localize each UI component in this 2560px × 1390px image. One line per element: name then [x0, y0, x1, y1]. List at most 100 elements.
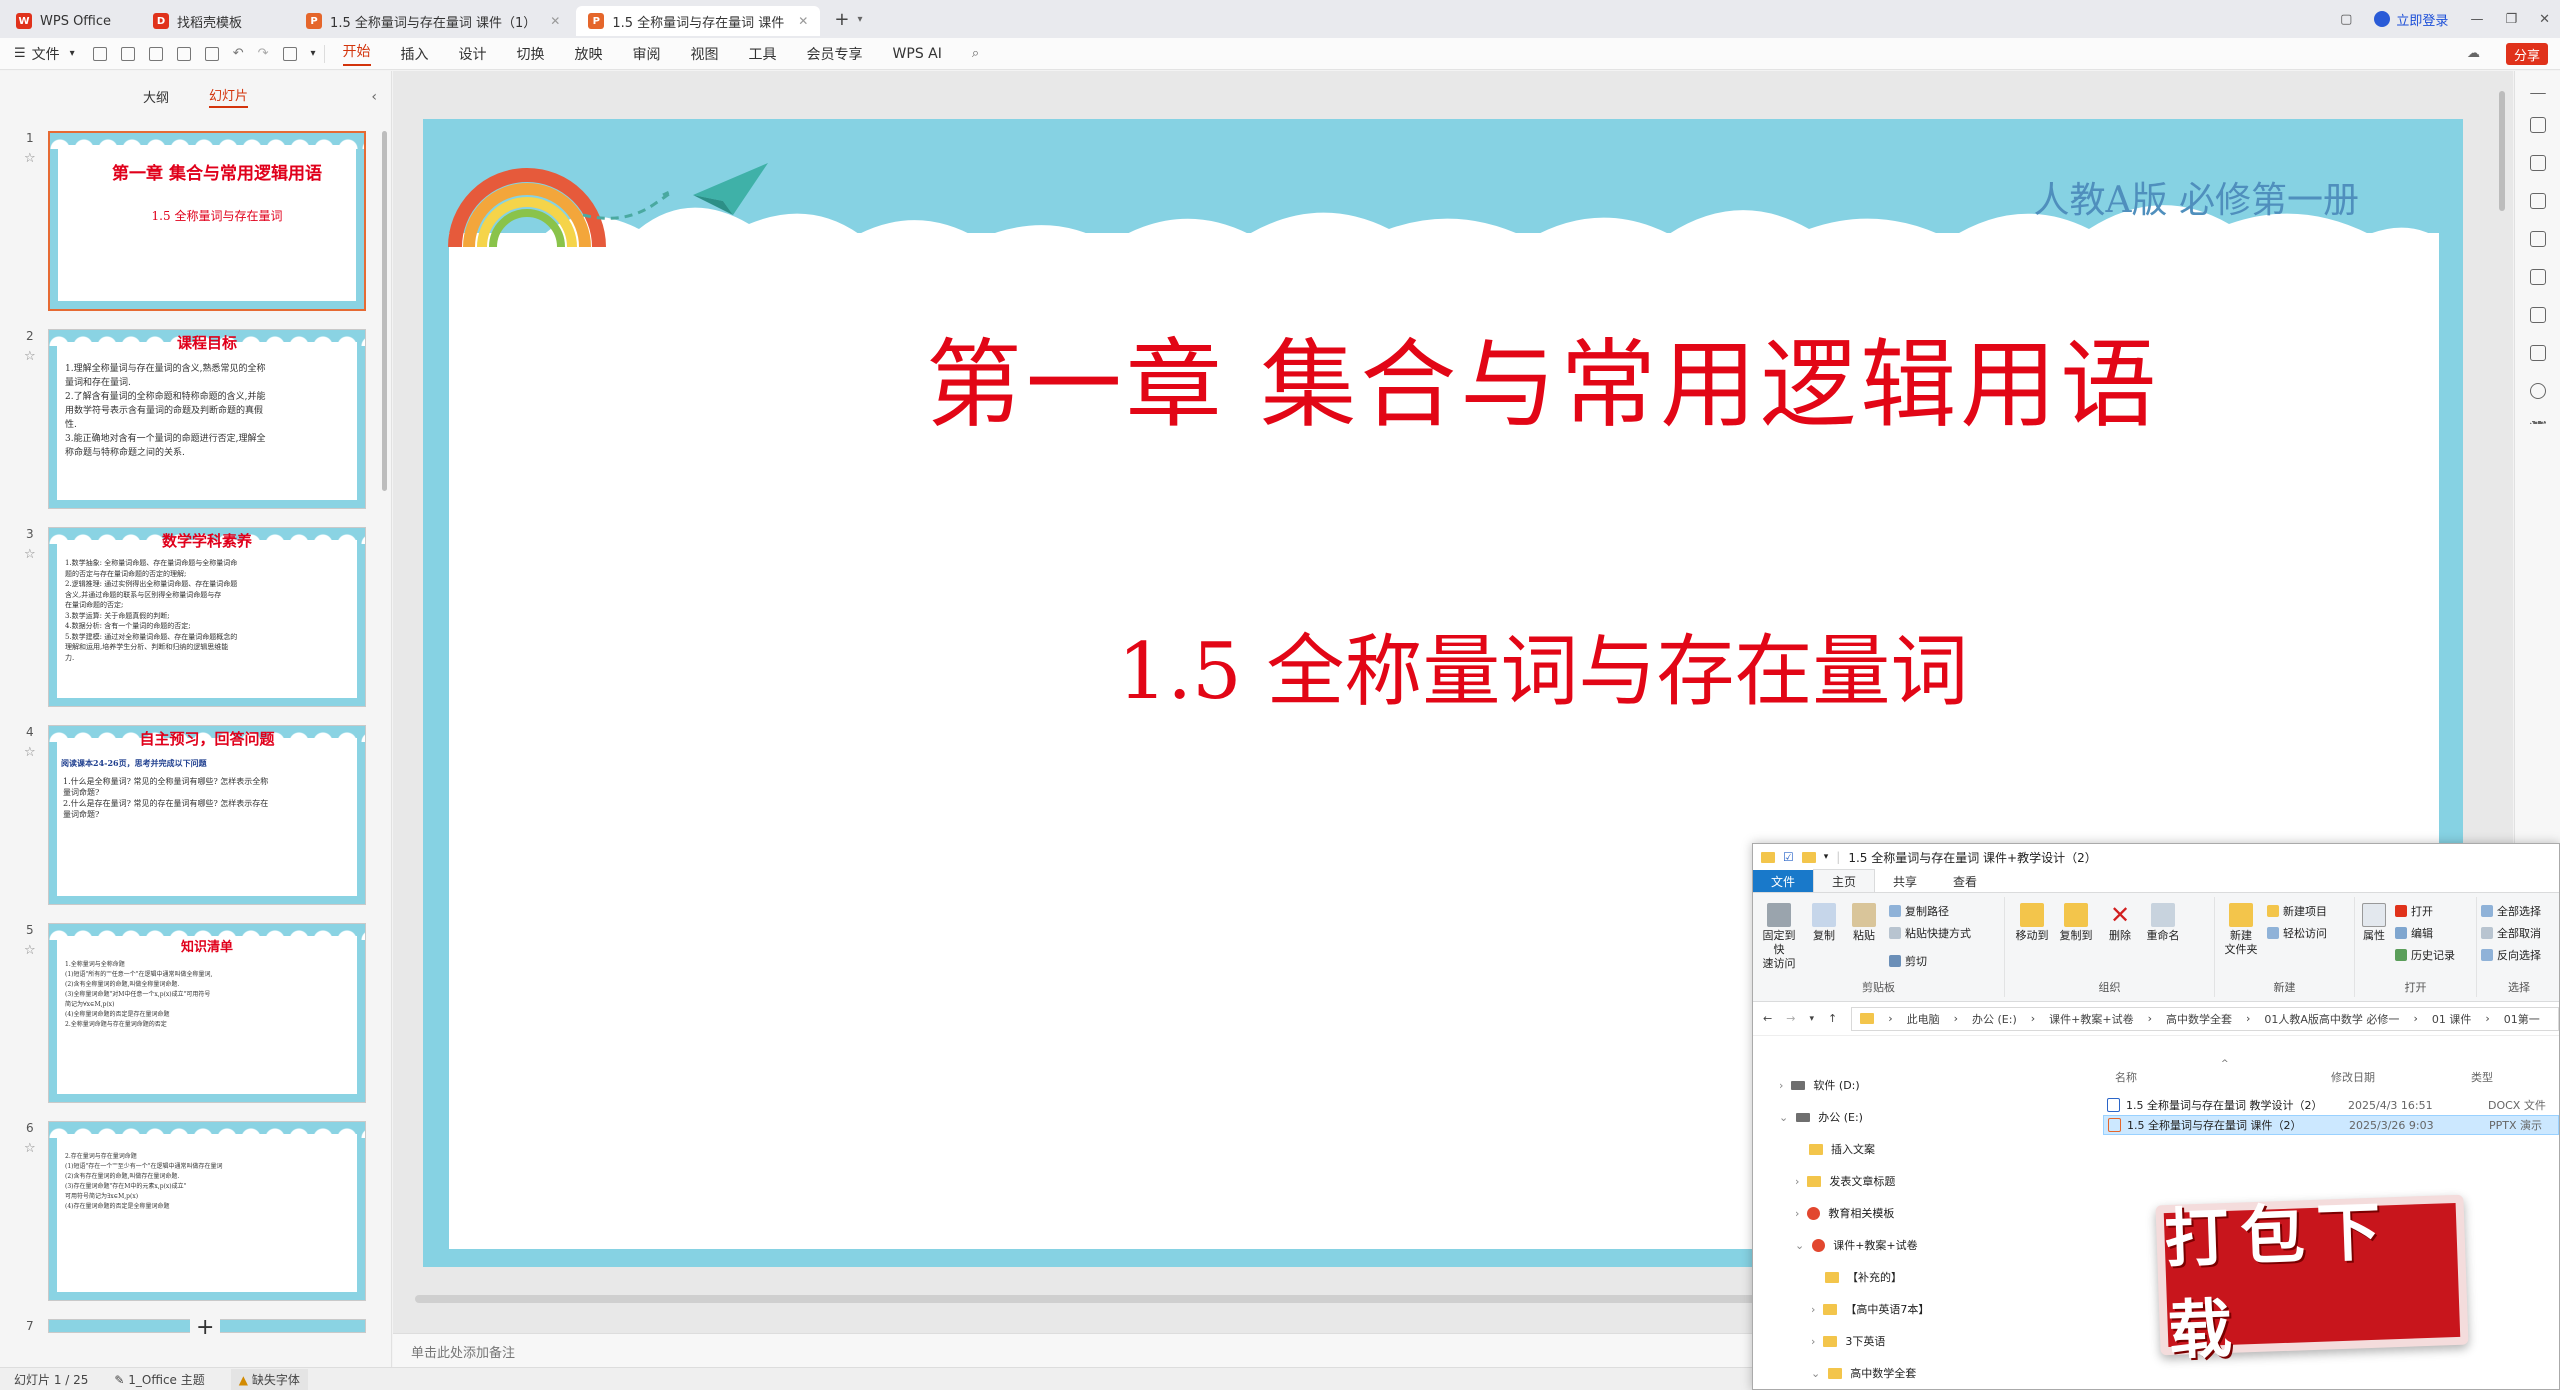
menu-slideshow[interactable]: 放映 — [575, 44, 603, 64]
menu-insert[interactable]: 插入 — [401, 44, 429, 64]
breadcrumb-item[interactable]: 办公 (E:) — [1972, 1011, 2017, 1027]
star-icon[interactable]: ☆ — [24, 745, 36, 760]
star-icon[interactable]: ☆ — [24, 943, 36, 958]
breadcrumb-item[interactable]: 01第一 — [2504, 1011, 2540, 1027]
new-item-button[interactable]: 新建项目 — [2267, 903, 2327, 919]
easy-access-button[interactable]: 轻松访问 — [2267, 925, 2327, 941]
more-icon[interactable] — [2529, 421, 2546, 425]
nav-item-folder[interactable]: › 教育相关模板 — [1795, 1205, 1894, 1221]
menu-wps-ai[interactable]: WPS AI — [893, 46, 942, 62]
breadcrumb-item[interactable]: 此电脑 — [1907, 1011, 1940, 1027]
collapse-icon[interactable] — [2529, 93, 2546, 95]
properties-button[interactable]: 属性 — [2359, 903, 2389, 943]
menu-file[interactable]: 文件 — [32, 44, 60, 64]
breadcrumb-item[interactable]: 01 课件 — [2432, 1011, 2472, 1027]
star-icon[interactable]: ☆ — [24, 151, 36, 166]
tab-slides[interactable]: 幻灯片 — [209, 85, 249, 108]
rename-button[interactable]: 重命名 — [2143, 903, 2183, 943]
notes-area[interactable]: 单击此处添加备注 — [393, 1333, 1763, 1367]
share-icon[interactable] — [2529, 269, 2546, 285]
theme-name[interactable]: ✎ 1_Office 主题 — [114, 1371, 204, 1388]
forward-icon[interactable]: → — [1786, 1012, 1795, 1025]
collapse-panel-icon[interactable]: ‹ — [371, 89, 377, 105]
up-icon[interactable]: ↑ — [1828, 1012, 1837, 1025]
nav-item-folder[interactable]: › 【高中英语7本】 — [1811, 1301, 1929, 1317]
menu-review[interactable]: 审阅 — [633, 44, 661, 64]
new-file-icon[interactable] — [92, 46, 107, 61]
redo-icon[interactable]: ↷ — [258, 46, 269, 61]
print-icon[interactable] — [176, 46, 191, 61]
ribbon-tab-home[interactable]: 主页 — [1813, 869, 1876, 893]
nav-item-drive-d[interactable]: › 软件 (D:) — [1779, 1077, 1860, 1093]
slide-chapter-title[interactable]: 第一章 集合与常用逻辑用语 — [423, 307, 2463, 446]
nav-item-folder[interactable]: › 3下英语 — [1811, 1333, 1885, 1349]
chevron-down-icon[interactable]: ▾ — [70, 48, 75, 59]
close-window-icon[interactable]: ✕ — [2539, 12, 2550, 27]
preview-icon[interactable] — [204, 46, 219, 61]
back-icon[interactable]: ← — [1763, 1012, 1772, 1025]
menu-member[interactable]: 会员专享 — [807, 44, 863, 64]
ribbon-tab-file[interactable]: 文件 — [1753, 869, 1814, 893]
nav-item-folder[interactable]: 【补充的】 — [1825, 1269, 1902, 1285]
star-icon[interactable]: ☆ — [24, 1141, 36, 1156]
select-all-button[interactable]: 全部选择 — [2481, 903, 2541, 919]
tab-docer-templates[interactable]: D 找稻壳模板 — [141, 6, 254, 36]
nav-item-folder[interactable]: › 发表文章标题 — [1795, 1173, 1895, 1189]
hamburger-icon[interactable]: ☰ — [14, 46, 26, 61]
column-header-name[interactable]: 名称 — [2115, 1069, 2137, 1085]
save-icon[interactable] — [148, 46, 163, 61]
move-to-button[interactable]: 移动到 — [2013, 903, 2051, 943]
slide-thumbnail[interactable]: 数学学科素养 1.数学抽象: 全称量词命题、存在量词命题与全称量词命 题的否定与… — [48, 527, 366, 707]
format-painter-icon[interactable] — [282, 46, 297, 61]
copy-button[interactable]: 复制 — [1809, 903, 1839, 943]
slide-thumbnail[interactable]: 第一章 集合与常用逻辑用语 1.5 全称量词与存在量词 — [48, 131, 366, 311]
share-button[interactable]: 分享 — [2505, 43, 2548, 65]
close-icon[interactable]: ✕ — [798, 14, 808, 28]
address-bar[interactable]: › 此电脑 › 办公 (E:) › 课件+教案+试卷 › 高中数学全套 › 01人教A版… — [1851, 1006, 2559, 1031]
download-package-badge[interactable]: 打包下载 — [2155, 1194, 2469, 1369]
maximize-icon[interactable]: ❐ — [2505, 12, 2517, 27]
menu-view[interactable]: 视图 — [691, 44, 719, 64]
column-header-date[interactable]: 修改日期 — [2331, 1069, 2375, 1085]
book-icon[interactable] — [2529, 345, 2546, 361]
file-row[interactable]: 1.5 全称量词与存在量词 课件（2） 2025/3/26 9:03 PPTX … — [2103, 1115, 2559, 1135]
invert-selection-button[interactable]: 反向选择 — [2481, 947, 2541, 963]
settings-icon[interactable] — [2529, 117, 2546, 133]
ribbon-tab-share[interactable]: 共享 — [1875, 870, 1935, 893]
nav-item-drive-e[interactable]: ⌄ 办公 (E:) — [1779, 1109, 1863, 1125]
slide-thumbnail[interactable]: 自主预习，回答问题 阅读课本24-26页，思考并完成以下问题 1.什么是全称量词… — [48, 725, 366, 905]
restore-layout-icon[interactable]: ▢ — [2340, 12, 2352, 27]
image-icon[interactable] — [2529, 307, 2546, 323]
nav-item-folder[interactable]: 插入文案 — [1809, 1141, 1875, 1157]
tools-icon[interactable] — [2529, 231, 2546, 247]
new-folder-button[interactable]: 新建 文件夹 — [2221, 903, 2261, 957]
chevron-down-icon[interactable]: ▾ — [1809, 1014, 1814, 1024]
history-button[interactable]: 历史记录 — [2395, 947, 2455, 963]
breadcrumb-item[interactable]: 高中数学全套 — [2166, 1011, 2232, 1027]
undo-icon[interactable]: ↶ — [233, 46, 244, 61]
nav-item-folder[interactable]: ⌄ 课件+教案+试卷 — [1795, 1237, 1918, 1253]
file-row[interactable]: 1.5 全称量词与存在量词 教学设计（2） 2025/4/3 16:51 DOC… — [2103, 1095, 2559, 1115]
tab-document-1[interactable]: P 1.5 全称量词与存在量词 课件（1） ✕ — [294, 6, 572, 36]
slide-thumbnail[interactable]: 2.存在量词与存在量词命题 (1)短语"存在一个""至少有一个"在逻辑中通常叫做… — [48, 1121, 366, 1301]
search-icon[interactable]: ⌕ — [972, 46, 979, 61]
minimize-icon[interactable]: — — [2470, 12, 2483, 27]
slide-thumbnail[interactable]: 知识清单 1.全称量词与全称命题 (1)短语"所有的""任意一个"在逻辑中通常叫… — [48, 923, 366, 1103]
tab-outline[interactable]: 大纲 — [143, 87, 169, 106]
ribbon-tab-view[interactable]: 查看 — [1935, 870, 1995, 893]
nav-item-folder[interactable]: ⌄ 高中数学全套 — [1811, 1365, 1916, 1381]
paste-button[interactable]: 粘贴 — [1849, 903, 1879, 943]
paste-shortcut-button[interactable]: 粘贴快捷方式 — [1889, 925, 1971, 941]
pin-quick-access-button[interactable]: 固定到快 速访问 — [1759, 903, 1799, 971]
close-icon[interactable]: ✕ — [550, 14, 560, 28]
slide-thumbnail[interactable]: 课程目标 1.理解全称量词与存在量词的含义,熟悉常见的全称 量词和存在量词. 2… — [48, 329, 366, 509]
select-none-button[interactable]: 全部取消 — [2481, 925, 2541, 941]
open-button[interactable]: 打开 — [2395, 903, 2433, 919]
new-tab-icon[interactable]: + — [834, 9, 849, 30]
star-icon[interactable]: ☆ — [24, 349, 36, 364]
slide-lesson-title[interactable]: 1.5 全称量词与存在量词 — [423, 609, 2463, 721]
tab-document-active[interactable]: P 1.5 全称量词与存在量词 课件 ✕ — [576, 6, 821, 36]
copy-icon[interactable] — [2529, 193, 2546, 209]
copy-path-button[interactable]: 复制路径 — [1889, 903, 1949, 919]
breadcrumb-item[interactable]: 课件+教案+试卷 — [2049, 1011, 2133, 1027]
